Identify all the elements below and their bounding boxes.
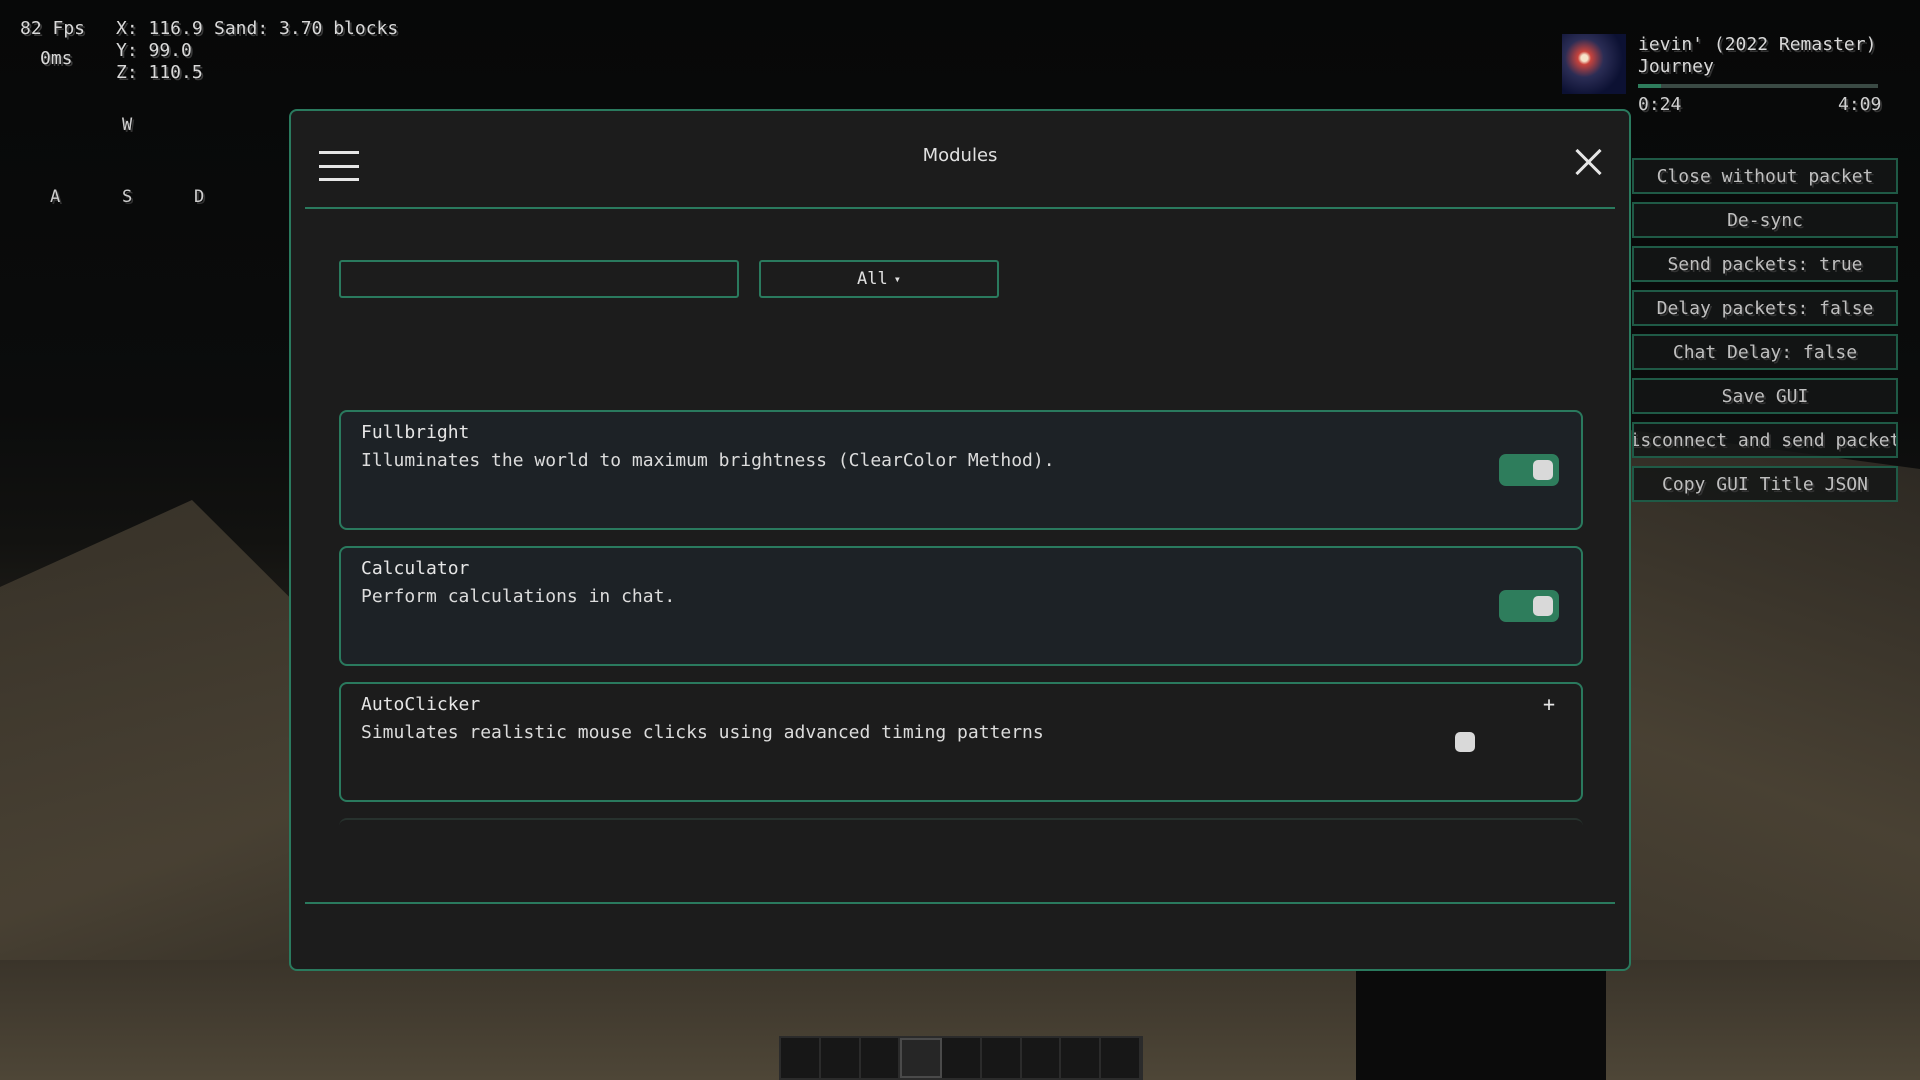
packet-button-list: Close without packet De-sync Send packets:… — [1632, 158, 1898, 510]
side-button-5[interactable]: Save GUI — [1632, 378, 1898, 414]
header-divider — [305, 207, 1615, 209]
coord-x: X: 116.9 — [116, 18, 203, 39]
chevron-down-icon: ▾ — [893, 272, 901, 286]
side-button-6[interactable]: Disconnect and send packets — [1632, 422, 1898, 458]
side-button-4[interactable]: Chat Delay: false — [1632, 334, 1898, 370]
window-title: Modules — [922, 145, 998, 166]
side-button-7[interactable]: Copy GUI Title JSON — [1632, 466, 1898, 502]
module-description: Simulates realistic mouse clicks using a… — [361, 722, 1044, 743]
music-elapsed: 0:24 — [1638, 94, 1682, 115]
side-button-0[interactable]: Close without packet — [1632, 158, 1898, 194]
fps-counter: 82 Fps — [20, 18, 86, 39]
side-button-2[interactable]: Send packets: true — [1632, 246, 1898, 282]
hotbar-slot[interactable] — [1021, 1038, 1062, 1078]
module-toggle[interactable] — [1499, 590, 1559, 622]
keystroke-a: A — [50, 187, 61, 207]
module-card-partial — [339, 818, 1583, 832]
music-progress-fill — [1638, 84, 1662, 88]
music-progress-bar — [1638, 84, 1878, 88]
footer-divider — [305, 902, 1615, 904]
hotbar-slot[interactable] — [860, 1038, 901, 1078]
dark-block — [1356, 970, 1606, 1080]
hotbar-slot[interactable] — [1061, 1038, 1102, 1078]
module-toggle[interactable] — [1499, 454, 1559, 486]
hotbar — [779, 1036, 1143, 1080]
module-search-input[interactable] — [339, 260, 739, 298]
category-filter-dropdown[interactable]: All ▾ — [759, 260, 999, 298]
hotbar-slot[interactable] — [781, 1038, 821, 1078]
hotbar-slot[interactable] — [942, 1038, 982, 1078]
sand-counter: Sand: 3.70 blocks — [214, 18, 399, 39]
hotbar-slot[interactable] — [981, 1038, 1022, 1078]
keystroke-d: D — [194, 187, 205, 207]
keystroke-w: W — [122, 115, 133, 135]
module-card-fullbright[interactable]: Fullbright Illuminates the world to maxi… — [339, 410, 1583, 530]
module-name: Calculator — [361, 558, 470, 579]
module-card-autoclicker[interactable]: AutoClicker Simulates realistic mouse cl… — [339, 682, 1583, 802]
module-name: Fullbright — [361, 422, 470, 443]
filter-label: All — [857, 269, 888, 289]
hotbar-slot[interactable] — [820, 1038, 861, 1078]
hotbar-slot[interactable] — [900, 1038, 943, 1078]
ping-display: 0ms — [40, 48, 73, 69]
close-icon[interactable] — [1573, 147, 1603, 177]
music-duration: 4:09 — [1838, 94, 1882, 115]
keystroke-s: S — [122, 187, 133, 207]
song-artist: Journey — [1638, 56, 1714, 77]
module-description: Illuminates the world to maximum brightn… — [361, 450, 1055, 471]
module-name: AutoClicker — [361, 694, 481, 715]
module-description: Perform calculations in chat. — [361, 586, 676, 607]
modules-window: Modules All ▾ Fullbright Illuminates the… — [289, 109, 1631, 971]
song-title: ievin' (2022 Remaster) — [1638, 34, 1877, 55]
coord-y: Y: 99.0 — [116, 40, 192, 61]
side-button-3[interactable]: Delay packets: false — [1632, 290, 1898, 326]
hotbar-slot[interactable] — [1101, 1038, 1142, 1078]
expand-settings-button[interactable]: + — [1543, 692, 1555, 716]
module-toggle[interactable] — [1449, 726, 1509, 758]
side-button-1[interactable]: De-sync — [1632, 202, 1898, 238]
album-art — [1562, 34, 1626, 94]
coord-z: Z: 110.5 — [116, 62, 203, 83]
module-card-calculator[interactable]: Calculator Perform calculations in chat. — [339, 546, 1583, 666]
